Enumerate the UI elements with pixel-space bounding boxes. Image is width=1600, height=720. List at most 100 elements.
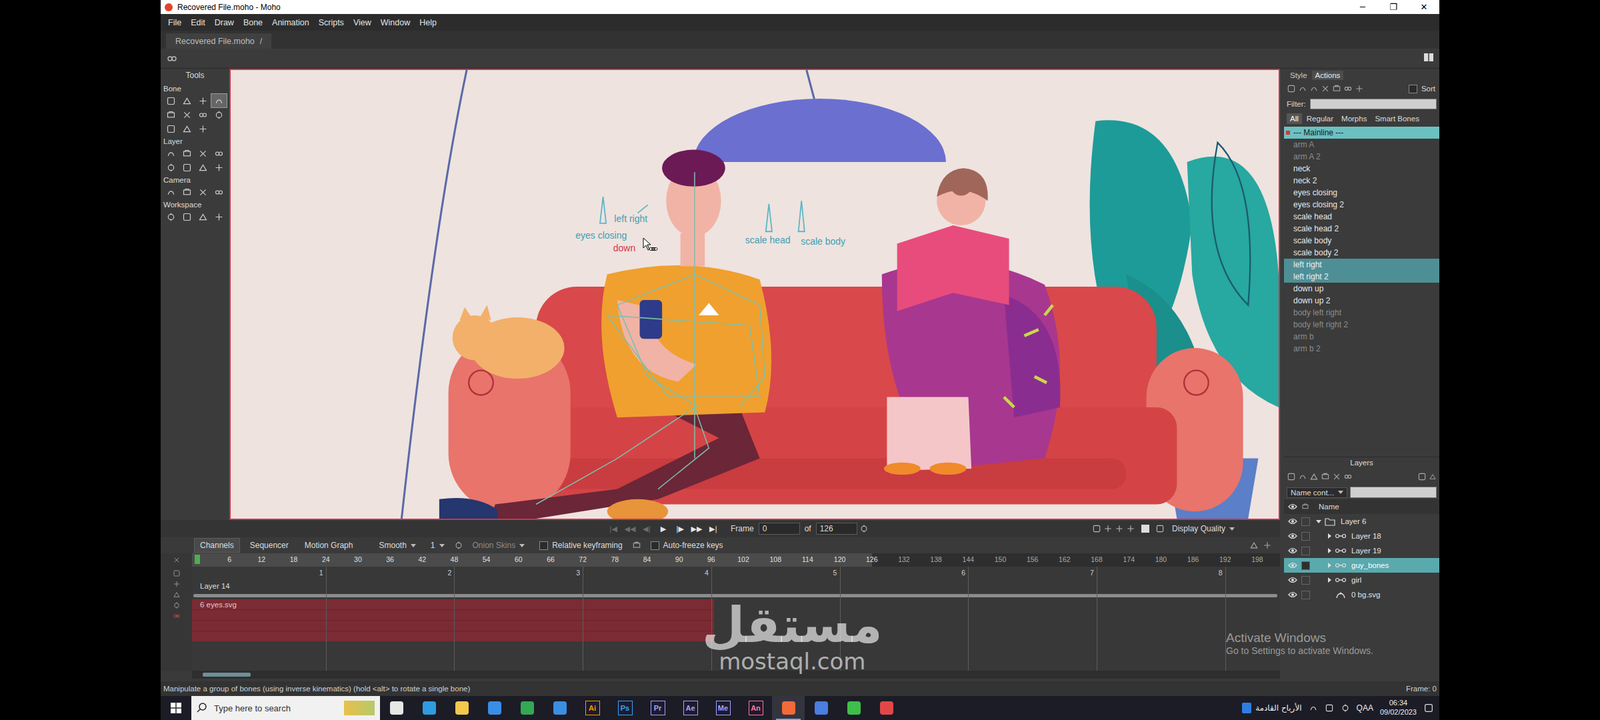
layer-row[interactable]: Layer 19 bbox=[1284, 543, 1440, 558]
expanded-arrow-icon[interactable] bbox=[1314, 518, 1324, 525]
lock-toggle[interactable] bbox=[1301, 546, 1310, 556]
lock-icon[interactable] bbox=[632, 540, 642, 550]
menu-item[interactable]: Draw bbox=[210, 18, 239, 28]
taskbar-app[interactable] bbox=[478, 696, 511, 720]
layer-tool-icon[interactable] bbox=[1343, 472, 1353, 482]
sort-toggle[interactable]: Sort bbox=[1407, 84, 1437, 94]
visibility-eye-icon[interactable] bbox=[1286, 562, 1299, 569]
auto-freeze[interactable]: Auto-freeze keys bbox=[645, 540, 729, 550]
onion-icon[interactable] bbox=[454, 540, 464, 550]
lock-column-icon[interactable] bbox=[1301, 502, 1310, 511]
relative-keyframing[interactable]: Relative keyframing bbox=[534, 540, 628, 550]
notification-icon[interactable] bbox=[1423, 702, 1434, 714]
menu-item[interactable]: Bone bbox=[238, 18, 268, 28]
bone-label[interactable]: eyes closing bbox=[575, 230, 627, 241]
taskbar-app[interactable] bbox=[510, 696, 544, 720]
action-item[interactable]: arm b bbox=[1284, 330, 1440, 343]
document-tab[interactable]: Recovered File.moho/ bbox=[166, 33, 272, 49]
taskbar-app[interactable]: Pr bbox=[641, 696, 674, 720]
collapsed-arrow-icon[interactable] bbox=[1324, 562, 1334, 569]
taskbar-app[interactable] bbox=[772, 696, 805, 720]
menu-item[interactable]: Scripts bbox=[314, 18, 349, 28]
total-frames-field[interactable]: 126 bbox=[816, 522, 858, 535]
tool-button[interactable] bbox=[195, 160, 211, 174]
action-item[interactable]: arm b 2 bbox=[1284, 342, 1440, 355]
action-item[interactable]: eyes closing bbox=[1284, 186, 1440, 199]
rotate-channel-icon[interactable] bbox=[172, 601, 181, 610]
lock-toggle[interactable] bbox=[1301, 532, 1310, 541]
visibility-eye-icon[interactable] bbox=[1286, 547, 1299, 554]
tool-button[interactable] bbox=[195, 210, 211, 224]
menu-item[interactable]: File bbox=[163, 18, 186, 28]
layer-row[interactable]: guy_bones bbox=[1284, 558, 1440, 573]
timeline-scrollbar[interactable] bbox=[192, 670, 1280, 679]
category-tab[interactable]: Regular bbox=[1303, 113, 1337, 124]
view-mode-icon[interactable] bbox=[1126, 524, 1136, 534]
tool-button[interactable] bbox=[179, 210, 195, 224]
action-item[interactable]: --- Mainline --- bbox=[1284, 126, 1440, 139]
action-item[interactable]: scale body bbox=[1284, 234, 1440, 247]
layer-tool-icon[interactable] bbox=[1298, 472, 1308, 482]
taskbar-app[interactable] bbox=[837, 696, 870, 720]
view-mode-icon[interactable] bbox=[1114, 524, 1124, 534]
action-item[interactable]: scale body 2 bbox=[1284, 246, 1440, 259]
action-item[interactable]: arm A bbox=[1284, 138, 1440, 151]
scale-channel-icon[interactable] bbox=[172, 590, 181, 599]
menu-item[interactable]: View bbox=[348, 18, 376, 28]
layer-tool-icon[interactable] bbox=[1309, 472, 1319, 482]
camera-channel-icon[interactable] bbox=[172, 569, 181, 578]
category-tab[interactable]: Morphs bbox=[1338, 113, 1370, 124]
maximize-button[interactable]: ❐ bbox=[1378, 2, 1409, 12]
tool-button[interactable] bbox=[211, 108, 227, 122]
layer-tool-icon[interactable] bbox=[1320, 472, 1330, 482]
tool-button[interactable] bbox=[179, 94, 195, 108]
panel-toggle-icon[interactable] bbox=[1423, 52, 1434, 64]
layer-tool-icon[interactable] bbox=[1286, 472, 1296, 482]
action-item[interactable]: down up 2 bbox=[1284, 294, 1440, 307]
minimize-button[interactable]: ─ bbox=[1347, 2, 1378, 12]
tool-button[interactable] bbox=[211, 160, 227, 174]
playback-button[interactable]: ▶| bbox=[706, 524, 721, 534]
layer-tool-icon[interactable] bbox=[1332, 472, 1342, 482]
timeline-tab[interactable]: Channels bbox=[194, 538, 240, 553]
tool-button[interactable] bbox=[195, 185, 211, 199]
visibility-eye-icon[interactable] bbox=[1286, 591, 1299, 598]
bone-label[interactable]: scale body bbox=[800, 236, 846, 247]
action-item[interactable]: body left right bbox=[1284, 306, 1440, 319]
menu-item[interactable]: Animation bbox=[267, 18, 314, 28]
playback-button[interactable]: ▶▶ bbox=[689, 524, 704, 534]
taskbar-app[interactable]: Ps bbox=[608, 696, 642, 720]
track-area[interactable]: 12345678Layer 146 eyes.svg bbox=[192, 566, 1280, 671]
taskbar-app[interactable] bbox=[804, 696, 838, 720]
action-item[interactable]: neck bbox=[1284, 162, 1440, 175]
clock[interactable]: 06:3409/02/2023 bbox=[1380, 698, 1417, 718]
speaker-icon[interactable] bbox=[1340, 703, 1350, 713]
quality-checkbox[interactable] bbox=[1141, 524, 1150, 533]
collapse-icon[interactable] bbox=[1249, 540, 1259, 550]
action-item[interactable]: left right bbox=[1284, 258, 1440, 271]
layer-search-field[interactable] bbox=[1350, 486, 1437, 498]
playback-button[interactable]: ◀| bbox=[639, 524, 654, 534]
translate-channel-icon[interactable] bbox=[172, 580, 181, 588]
lock-toggle[interactable] bbox=[1301, 517, 1310, 526]
volume-icon[interactable] bbox=[859, 524, 869, 534]
frame-field[interactable]: 0 bbox=[758, 522, 800, 535]
scroll-thumb[interactable] bbox=[202, 672, 251, 677]
tool-options-icon[interactable] bbox=[166, 52, 178, 65]
action-item[interactable]: neck 2 bbox=[1284, 174, 1440, 187]
panel-menu-icon[interactable] bbox=[1417, 472, 1427, 482]
interpolation-dropdown[interactable]: Smooth bbox=[373, 540, 421, 550]
tool-button[interactable] bbox=[195, 122, 211, 136]
network-icon[interactable] bbox=[1308, 703, 1318, 713]
tool-button[interactable] bbox=[211, 146, 227, 160]
tool-button[interactable] bbox=[179, 160, 195, 174]
crop-icon[interactable] bbox=[1155, 524, 1165, 534]
action-item[interactable]: body left right 2 bbox=[1284, 318, 1440, 331]
frame-ruler[interactable]: 6121824303642485460667278849096102108114… bbox=[192, 553, 1280, 567]
bone-label[interactable]: down bbox=[613, 243, 636, 254]
expand-icon[interactable] bbox=[1262, 540, 1272, 550]
lock-toggle[interactable] bbox=[1301, 576, 1310, 585]
sort-dropdown[interactable]: Name cont... bbox=[1286, 487, 1348, 498]
tool-button[interactable] bbox=[163, 122, 179, 136]
panel-tab[interactable]: Actions bbox=[1312, 70, 1344, 80]
